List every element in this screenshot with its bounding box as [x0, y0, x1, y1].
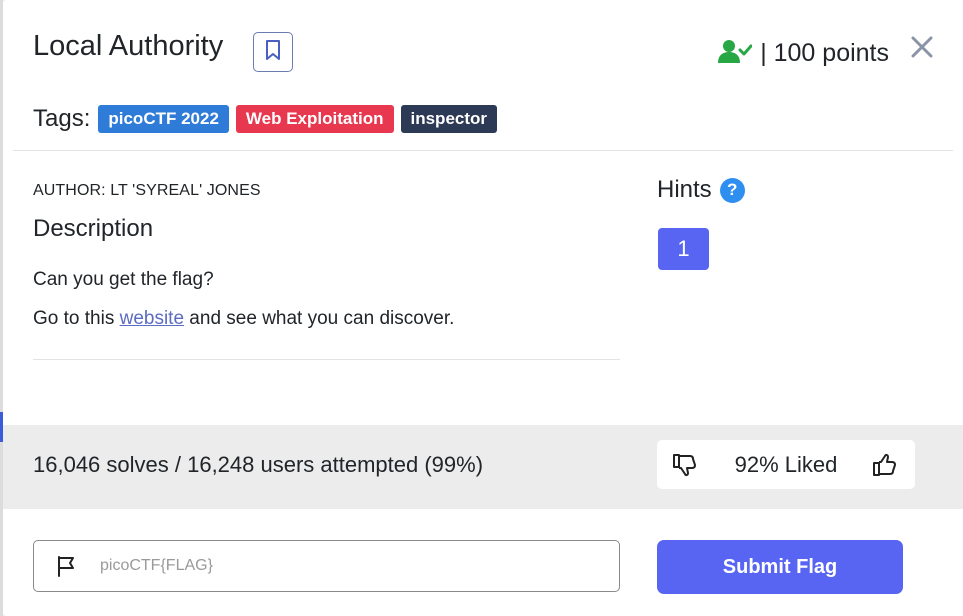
flag-input[interactable]: [98, 556, 582, 576]
points-label: | 100 points: [760, 38, 889, 67]
challenge-title: Local Authority: [33, 30, 224, 62]
bookmark-button[interactable]: [253, 32, 293, 72]
user-check-icon: [718, 38, 753, 69]
description-text-before: Go to this: [33, 308, 120, 329]
tags-label: Tags:: [33, 105, 91, 132]
tags-row: Tags: picoCTF 2022 Web Exploitation insp…: [33, 104, 504, 134]
hints-label: Hints: [657, 176, 712, 203]
description-divider: [33, 359, 620, 360]
hints-heading: Hints ?: [657, 176, 745, 204]
author-line: AUTHOR: LT 'SYREAL' JONES: [33, 182, 261, 199]
liked-percentage: 92% Liked: [734, 451, 838, 477]
website-link[interactable]: website: [120, 308, 184, 329]
description-heading: Description: [33, 215, 154, 242]
description-link-line: Go to this website and see what you can …: [33, 308, 454, 330]
tag-badge[interactable]: picoCTF 2022: [98, 105, 229, 133]
thumbs-up-icon[interactable]: [873, 453, 899, 477]
tag-badge[interactable]: Web Exploitation: [235, 105, 394, 133]
description-text: Can you get the flag?: [33, 269, 214, 290]
flag-input-container: [33, 540, 620, 592]
header-divider: [13, 150, 953, 151]
solves-stats: 16,046 solves / 16,248 users attempted (…: [33, 452, 484, 477]
challenge-modal: Local Authority | 100 points Tags: picoC…: [3, 0, 963, 616]
close-icon: [911, 36, 933, 63]
points-area: | 100 points: [718, 36, 889, 70]
close-button[interactable]: [909, 36, 935, 62]
flag-icon: [56, 555, 78, 577]
submit-flag-button[interactable]: Submit Flag: [657, 540, 903, 594]
tag-badge[interactable]: inspector: [400, 105, 498, 133]
hint-button[interactable]: 1: [658, 228, 709, 270]
like-box: 92% Liked: [657, 440, 915, 489]
thumbs-down-icon[interactable]: [673, 453, 699, 477]
bookmark-icon: [265, 39, 281, 66]
description-text-after: and see what you can discover.: [184, 308, 455, 329]
help-icon[interactable]: ?: [719, 177, 745, 203]
